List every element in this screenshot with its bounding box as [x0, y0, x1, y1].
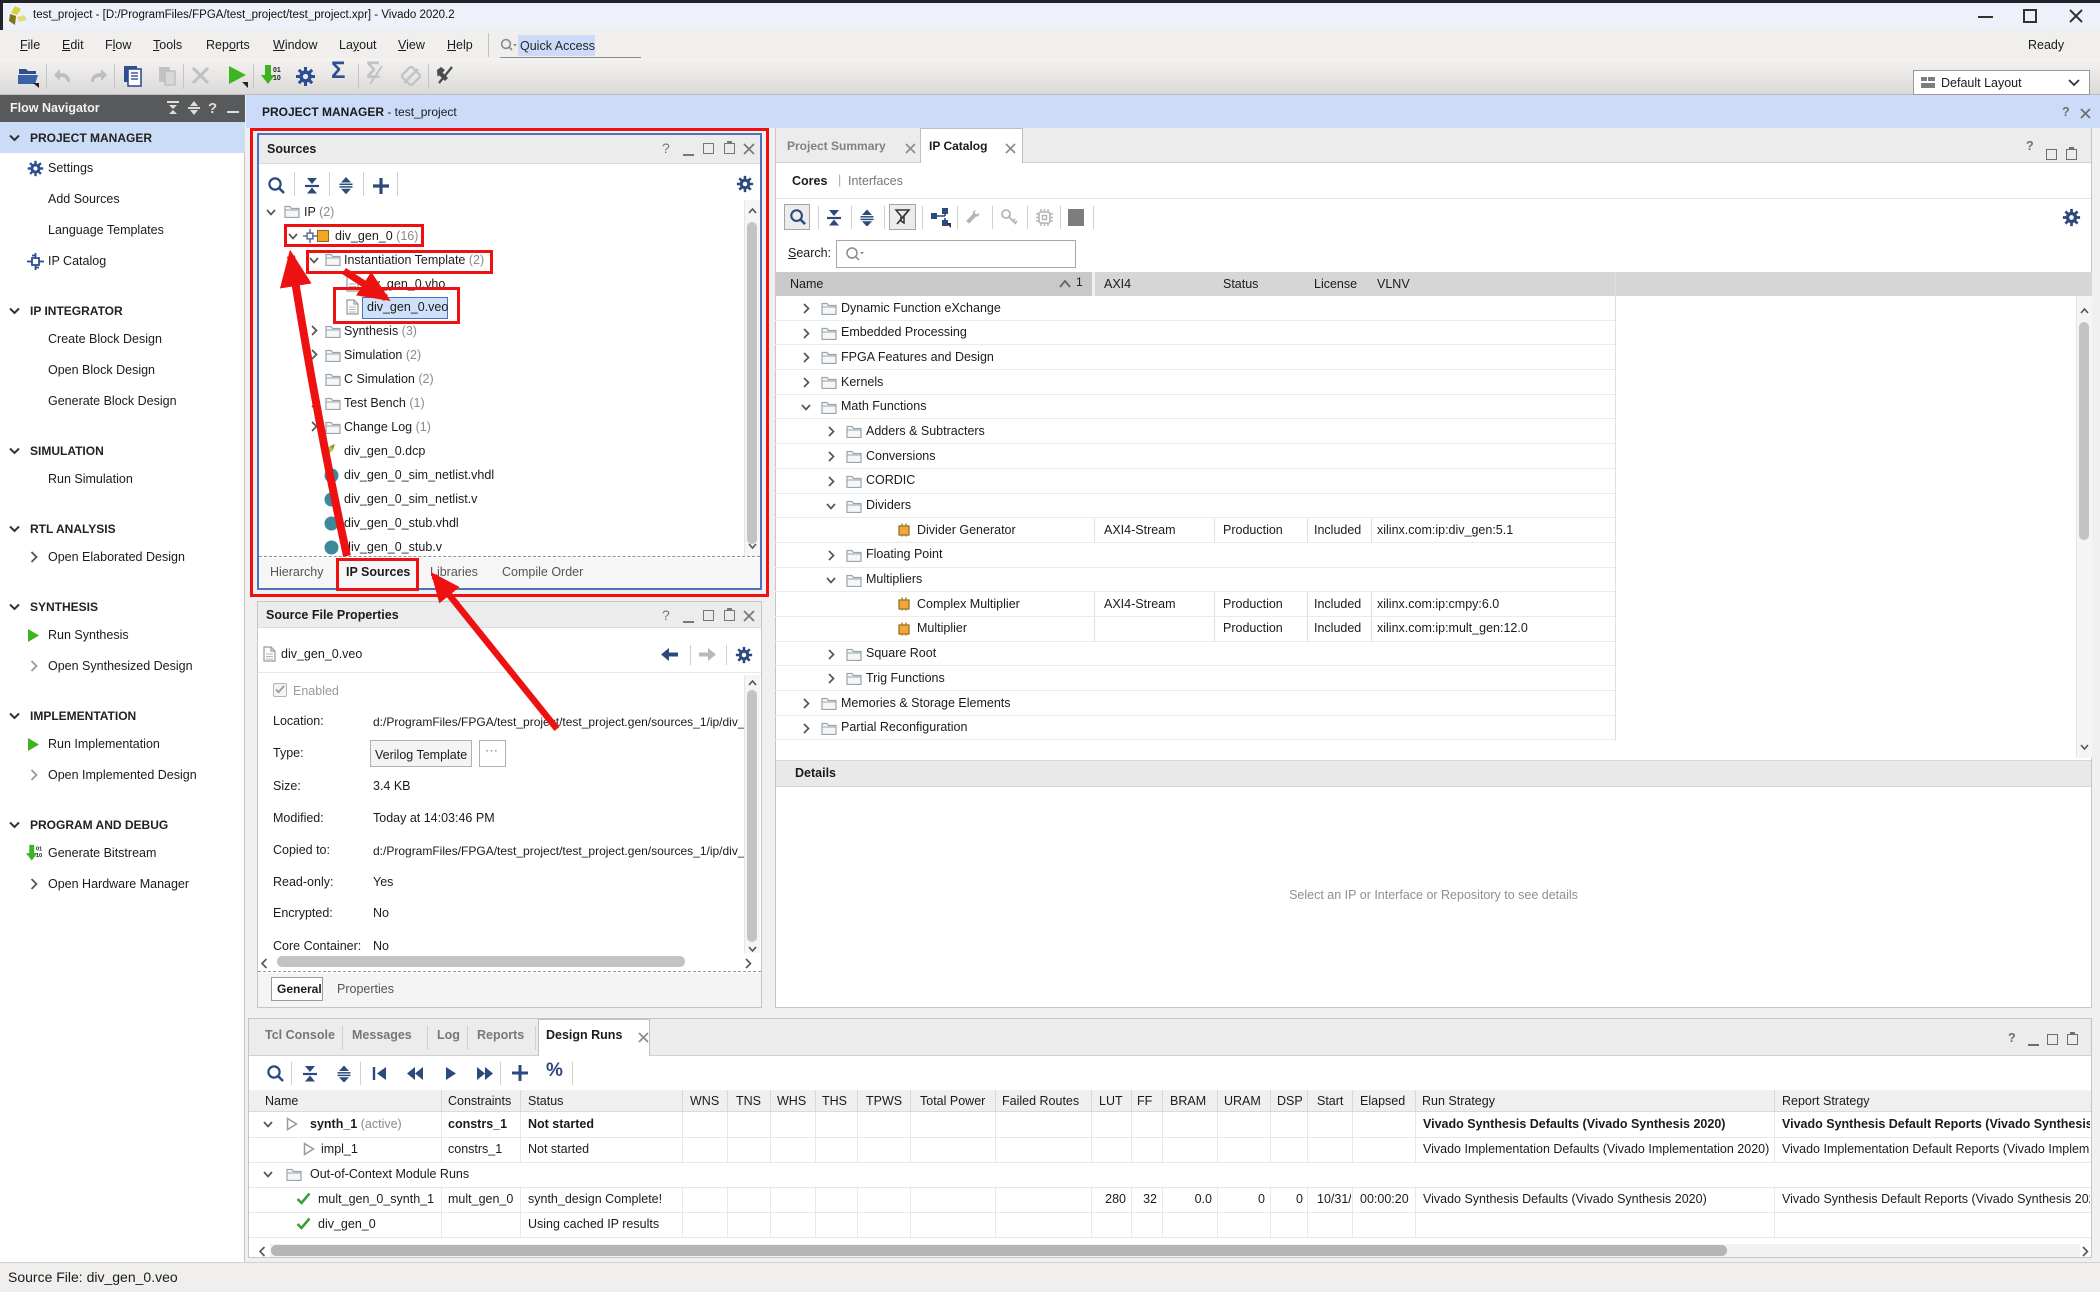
- svg-text:10: 10: [273, 75, 281, 82]
- svg-text:01: 01: [273, 67, 281, 74]
- svg-text:01: 01: [36, 847, 43, 853]
- svg-text:10: 10: [36, 853, 42, 859]
